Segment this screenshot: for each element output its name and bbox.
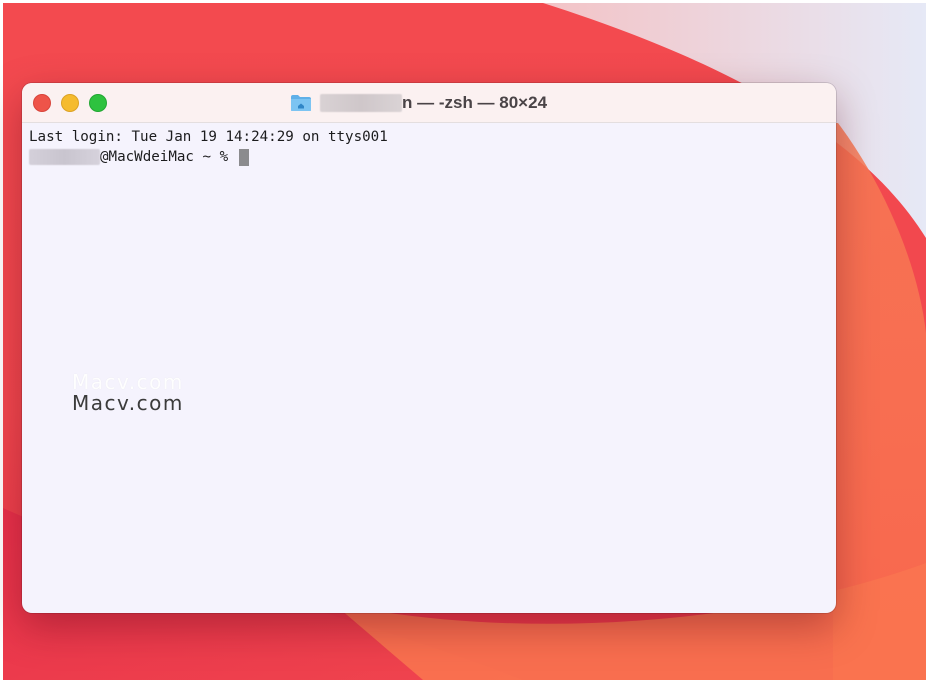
- redacted-username: [320, 94, 402, 112]
- window-titlebar[interactable]: n — -zsh — 80×24: [22, 83, 836, 123]
- close-button[interactable]: [33, 94, 51, 112]
- window-title: n — -zsh — 80×24: [290, 91, 547, 115]
- home-folder-icon: [291, 95, 311, 111]
- terminal-window[interactable]: n — -zsh — 80×24 Last login: Tue Jan 19 …: [22, 83, 836, 613]
- minimize-button[interactable]: [61, 94, 79, 112]
- last-login-line: Last login: Tue Jan 19 14:24:29 on ttys0…: [29, 129, 388, 145]
- redacted-username: [29, 149, 100, 165]
- maximize-button[interactable]: [89, 94, 107, 112]
- prompt-text: @MacWdeiMac ~ %: [100, 149, 237, 165]
- terminal-output[interactable]: Last login: Tue Jan 19 14:24:29 on ttys0…: [29, 127, 388, 167]
- prompt-line[interactable]: @MacWdeiMac ~ %: [29, 147, 388, 167]
- text-cursor: [238, 148, 249, 166]
- watermark-text: Macv.com: [72, 391, 184, 415]
- window-title-text: n — -zsh — 80×24: [402, 93, 548, 112]
